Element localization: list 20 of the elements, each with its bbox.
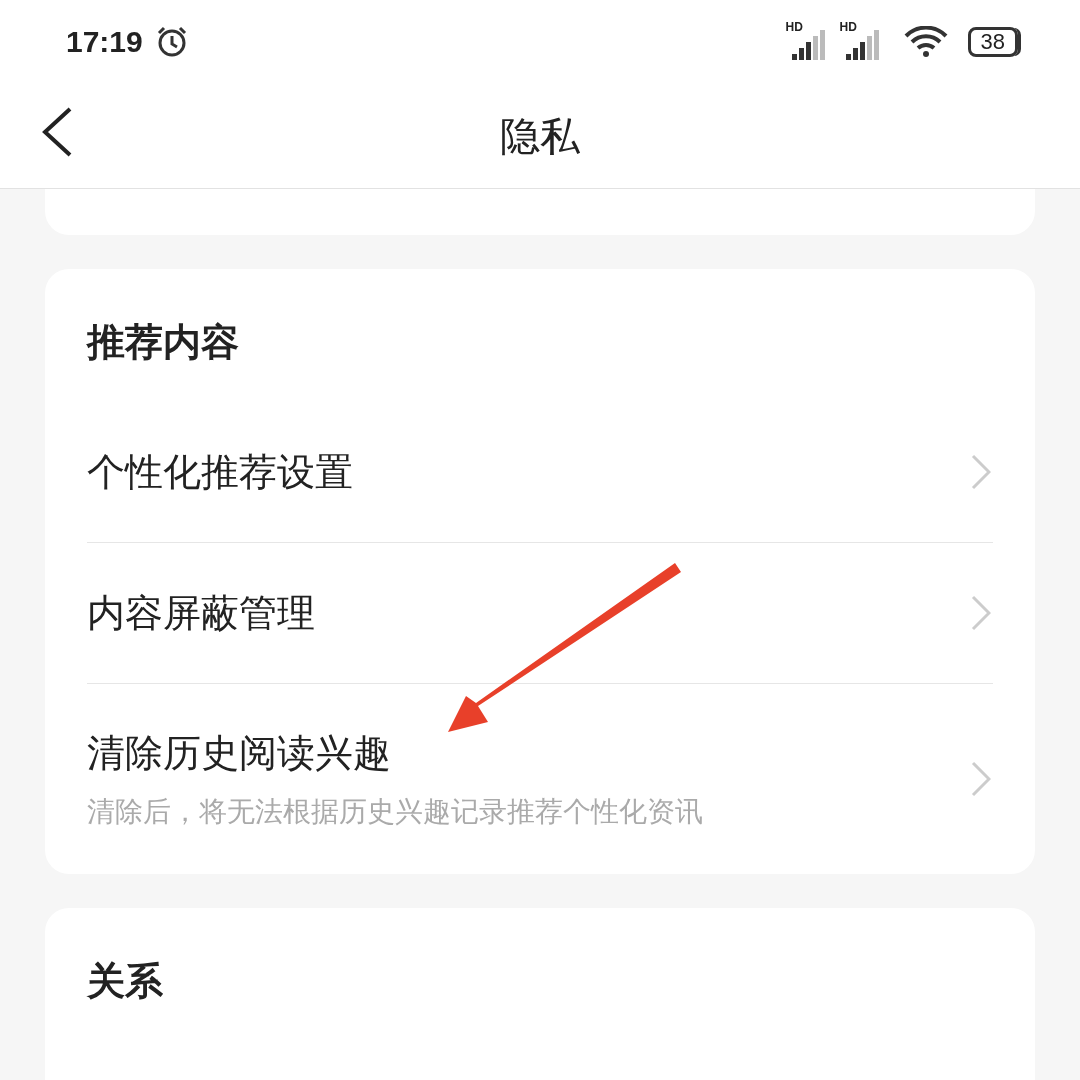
- settings-row[interactable]: 内容屏蔽管理: [87, 543, 993, 683]
- signal-icon: [845, 30, 882, 60]
- clock-time: 17:19: [66, 25, 143, 59]
- chevron-right-icon: [971, 761, 991, 797]
- row-description: 清除后，将无法根据历史兴趣记录推荐个性化资讯: [87, 793, 703, 830]
- chevron-right-icon: [971, 595, 991, 631]
- battery-indicator: 38: [967, 27, 1018, 57]
- hd-label: HD: [839, 20, 857, 34]
- chevron-right-icon: [971, 454, 991, 490]
- section-title: 关系: [87, 958, 164, 1005]
- row-label: 清除历史阅读兴趣: [87, 729, 392, 777]
- section-title: 推荐内容: [87, 319, 240, 366]
- row-label: 个性化推荐设置: [87, 448, 353, 496]
- settings-row[interactable]: 个性化推荐设置: [87, 402, 993, 542]
- page-title: 隐私: [500, 111, 580, 161]
- signal-icon: [791, 30, 828, 60]
- wifi-icon: [903, 26, 948, 58]
- settings-row[interactable]: 清除历史阅读兴趣 清除后，将无法根据历史兴趣记录推荐个性化资讯: [87, 684, 993, 874]
- row-label: 内容屏蔽管理: [87, 589, 315, 637]
- hd-label: HD: [785, 20, 803, 34]
